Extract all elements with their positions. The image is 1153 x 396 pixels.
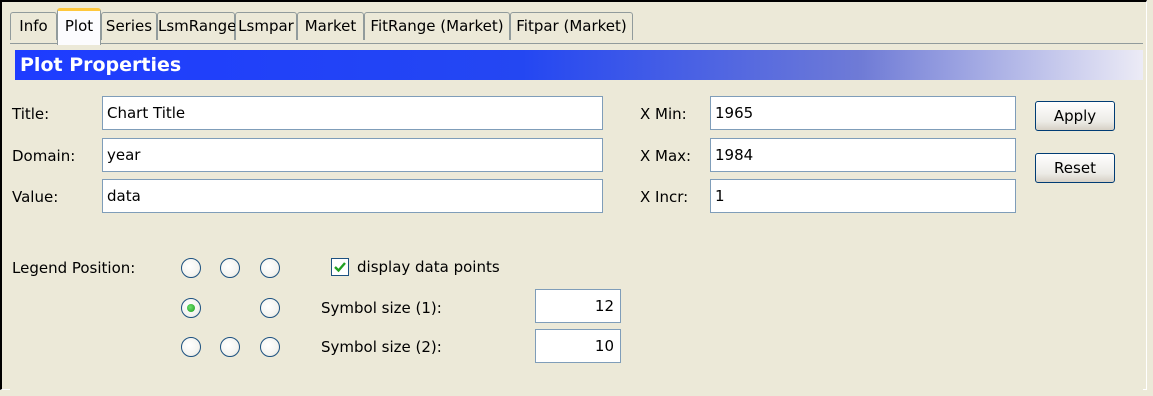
symbol-size-1-label: Symbol size (1): <box>321 299 442 317</box>
plot-panel: Plot Properties Title: Chart Title Domai… <box>10 44 1143 392</box>
symbol-size-1-field[interactable]: 12 <box>535 289 621 323</box>
title-field[interactable]: Chart Title <box>102 96 603 130</box>
legend-middle-left-radio[interactable] <box>181 298 201 318</box>
xmax-field[interactable]: 1984 <box>710 138 1016 172</box>
tab-fitrange-market[interactable]: FitRange (Market) <box>364 12 510 40</box>
xmin-label: X Min: <box>640 105 687 123</box>
legend-top-center-radio[interactable] <box>220 258 240 278</box>
value-field[interactable]: data <box>102 179 603 213</box>
display-points-label: display data points <box>357 258 500 276</box>
xmin-field[interactable]: 1965 <box>710 96 1016 130</box>
legend-position-label: Legend Position: <box>12 259 136 277</box>
xincr-label: X Incr: <box>640 188 689 206</box>
legend-bottom-left-radio[interactable] <box>181 337 201 357</box>
tab-market[interactable]: Market <box>297 12 364 40</box>
legend-top-right-radio[interactable] <box>260 258 280 278</box>
checkmark-icon <box>334 262 346 273</box>
apply-button[interactable]: Apply <box>1035 101 1115 131</box>
legend-bottom-center-radio[interactable] <box>220 337 240 357</box>
tab-series[interactable]: Series <box>101 12 157 40</box>
tab-fitpar-market[interactable]: Fitpar (Market) <box>510 12 633 40</box>
tab-lsmpar[interactable]: Lsmpar <box>235 12 297 40</box>
symbol-size-2-label: Symbol size (2): <box>321 338 442 356</box>
xincr-field[interactable]: 1 <box>710 179 1016 213</box>
tab-plot[interactable]: Plot <box>57 8 101 45</box>
tab-strip: Info Plot Series LsmRange Lsmpar Market … <box>10 8 1143 45</box>
legend-top-left-radio[interactable] <box>181 258 201 278</box>
domain-field[interactable]: year <box>102 138 603 172</box>
legend-bottom-right-radio[interactable] <box>260 337 280 357</box>
section-header: Plot Properties <box>15 50 1143 80</box>
xmax-label: X Max: <box>640 147 692 165</box>
display-points-checkbox[interactable] <box>331 258 349 276</box>
symbol-size-2-field[interactable]: 10 <box>535 329 621 363</box>
reset-button[interactable]: Reset <box>1035 153 1115 183</box>
tab-info[interactable]: Info <box>10 12 57 40</box>
legend-middle-right-radio[interactable] <box>260 298 280 318</box>
domain-label: Domain: <box>12 147 76 165</box>
title-label: Title: <box>12 105 50 123</box>
value-label: Value: <box>12 188 59 206</box>
tab-lsmrange[interactable]: LsmRange <box>157 12 236 40</box>
